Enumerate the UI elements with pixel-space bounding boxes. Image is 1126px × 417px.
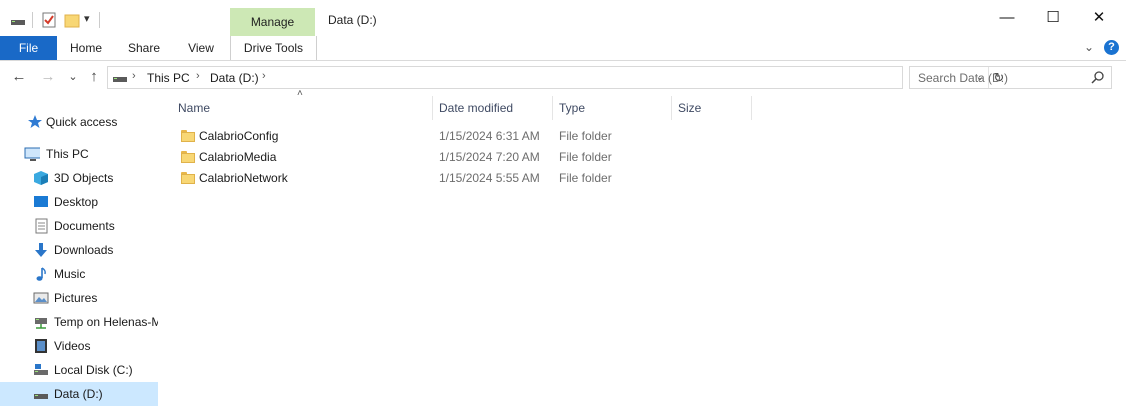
file-type: File folder	[559, 171, 612, 185]
breadcrumb-separator[interactable]: ›	[132, 70, 136, 82]
nav-item-data-d[interactable]: Data (D:)	[0, 382, 158, 406]
drive-icon[interactable]	[10, 12, 26, 28]
qat-customize-icon[interactable]: ▾	[84, 12, 90, 25]
column-header-type[interactable]: Type	[559, 96, 669, 120]
file-name: CalabrioConfig	[199, 129, 279, 143]
up-button[interactable]: ↑	[84, 66, 104, 88]
folder-icon	[181, 151, 195, 163]
disk-icon	[34, 364, 48, 375]
search-icon[interactable]	[1091, 70, 1105, 84]
nav-item-label: Quick access	[46, 115, 118, 129]
column-header-size[interactable]: Size	[678, 96, 750, 120]
breadcrumb-separator[interactable]: ›	[262, 70, 266, 82]
file-row[interactable]: CalabrioConfig 1/15/2024 6:31 AM File fo…	[176, 126, 752, 147]
breadcrumb-data-d[interactable]: Data (D:)	[210, 71, 259, 85]
new-folder-icon[interactable]	[64, 12, 80, 28]
tab-file[interactable]: File	[0, 36, 57, 60]
search-input[interactable]: Search Data (D:)	[918, 71, 1008, 85]
file-name: CalabrioNetwork	[199, 171, 288, 185]
search-box[interactable]: Search Data (D:)	[909, 66, 1112, 89]
column-header-name[interactable]: Name	[178, 96, 432, 120]
minimize-button[interactable]: —	[984, 0, 1030, 36]
navigation-pane: Quick access This PC 3D Objects Desktop …	[0, 96, 158, 417]
nav-item-this-pc[interactable]: This PC	[0, 142, 158, 166]
column-divider[interactable]	[751, 96, 752, 120]
drive-icon	[113, 77, 127, 82]
video-icon	[35, 339, 47, 353]
drive-icon	[34, 394, 48, 399]
music-icon	[36, 267, 46, 281]
nav-item-documents[interactable]: Documents	[0, 214, 158, 238]
help-icon[interactable]: ?	[1104, 40, 1119, 55]
network-drive-icon	[35, 318, 47, 329]
nav-item-label: 3D Objects	[54, 171, 114, 185]
ribbon-tab-bar	[0, 36, 1126, 61]
folder-icon	[181, 172, 195, 184]
column-divider[interactable]	[552, 96, 553, 120]
nav-item-label: Desktop	[54, 195, 99, 209]
nav-item-music[interactable]: Music	[0, 262, 158, 286]
manage-tab[interactable]: Manage	[230, 8, 315, 36]
nav-item-downloads[interactable]: Downloads	[0, 238, 158, 262]
nav-item-label: This PC	[46, 147, 89, 161]
ribbon-collapse-icon[interactable]: ⌄	[1084, 40, 1094, 54]
file-name: CalabrioMedia	[199, 150, 277, 164]
nav-item-label: Documents	[54, 219, 115, 233]
file-type: File folder	[559, 150, 612, 164]
nav-item-quick-access[interactable]: Quick access	[0, 110, 158, 134]
tab-drive-tools[interactable]: Drive Tools	[230, 36, 317, 60]
file-row[interactable]: CalabrioNetwork 1/15/2024 5:55 AM File f…	[176, 168, 752, 189]
tab-view[interactable]: View	[178, 36, 224, 60]
nav-item-temp-network[interactable]: Temp on Helenas-M	[0, 310, 158, 334]
breadcrumb-this-pc[interactable]: This PC	[147, 71, 190, 85]
file-date-modified: 1/15/2024 5:55 AM	[439, 171, 540, 185]
maximize-button[interactable]: ☐	[1030, 0, 1076, 36]
folder-icon	[181, 130, 195, 142]
column-header-date-modified[interactable]: Date modified	[439, 96, 551, 120]
picture-icon	[33, 292, 49, 304]
desktop-icon	[34, 196, 48, 207]
nav-item-label: Videos	[54, 339, 91, 353]
file-row[interactable]: CalabrioMedia 1/15/2024 7:20 AM File fol…	[176, 147, 752, 168]
tab-share[interactable]: Share	[120, 36, 168, 60]
nav-item-label: Data (D:)	[54, 387, 103, 401]
nav-item-pictures[interactable]: Pictures	[0, 286, 158, 310]
cube-icon	[34, 171, 48, 185]
nav-item-label: Local Disk (C:)	[54, 363, 133, 377]
nav-item-videos[interactable]: Videos	[0, 334, 158, 358]
qat-divider-2	[99, 12, 100, 28]
recent-locations-button[interactable]: ⌄	[63, 66, 83, 88]
nav-item-label: Downloads	[54, 243, 114, 257]
document-icon	[35, 218, 48, 234]
file-date-modified: 1/15/2024 7:20 AM	[439, 150, 540, 164]
download-icon	[35, 243, 47, 257]
pc-icon	[24, 147, 40, 161]
title-bar	[0, 0, 1126, 36]
star-icon	[28, 115, 42, 128]
nav-item-desktop[interactable]: Desktop	[0, 190, 158, 214]
file-type: File folder	[559, 129, 612, 143]
breadcrumb-separator[interactable]: ›	[196, 70, 200, 82]
forward-button[interactable]: →	[38, 66, 58, 88]
nav-item-local-disk-c[interactable]: Local Disk (C:)	[0, 358, 158, 382]
nav-item-label: Music	[54, 267, 86, 281]
properties-icon[interactable]	[41, 12, 57, 28]
window-title: Data (D:)	[328, 13, 377, 27]
close-button[interactable]: ✕	[1076, 0, 1122, 36]
tab-home[interactable]: Home	[62, 36, 110, 60]
nav-item-label: Pictures	[54, 291, 98, 305]
address-bar[interactable]: › This PC › Data (D:) › ⌄ ↻	[107, 66, 1004, 89]
column-divider[interactable]	[432, 96, 433, 120]
column-divider[interactable]	[671, 96, 672, 120]
file-date-modified: 1/15/2024 6:31 AM	[439, 129, 540, 143]
back-button[interactable]: ←	[9, 66, 29, 88]
nav-item-3d-objects[interactable]: 3D Objects	[0, 166, 158, 190]
qat-divider	[32, 12, 33, 28]
nav-item-label: Temp on Helenas-M	[54, 315, 158, 329]
